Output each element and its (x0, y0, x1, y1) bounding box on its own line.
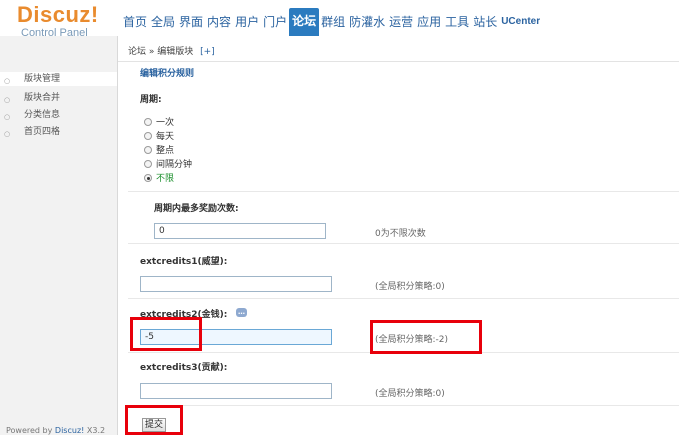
max-rewards-label: 周期内最多奖励次数: (154, 204, 239, 214)
nav-interface[interactable]: 界面 (177, 12, 205, 32)
extcredits1-hint: (全局积分策略:0) (375, 282, 445, 292)
extcredits3-label: extcredits3(贡献): (140, 363, 228, 373)
period-option-unlimited[interactable]: 不限 (144, 173, 174, 185)
bullet-icon: ○ (4, 96, 11, 104)
extcredits3-input[interactable] (140, 383, 332, 399)
radio-icon (144, 118, 152, 126)
sidebar-item-forum-merge[interactable]: ○ 版块合并 (0, 91, 117, 105)
section-title: 编辑积分规则 (140, 69, 195, 79)
period-label: 周期: (140, 95, 162, 105)
highlight-box-submit (125, 405, 183, 435)
radio-icon (144, 132, 152, 140)
divider (128, 405, 679, 406)
discuz-link[interactable]: Discuz! (55, 426, 84, 435)
nav-portal[interactable]: 门户 (261, 12, 289, 32)
nav-home[interactable]: 首页 (121, 12, 149, 32)
divider (128, 191, 679, 192)
nav-apps[interactable]: 应用 (415, 12, 443, 32)
powered-by: Powered by Discuz! X3.2 (6, 426, 106, 435)
sidebar-item-label: 版块合并 (24, 93, 61, 103)
nav-webmaster[interactable]: 站长 (471, 12, 499, 32)
nav-ucenter[interactable]: UCenter (499, 12, 542, 32)
period-option-hourly[interactable]: 整点 (144, 145, 174, 157)
radio-icon (144, 174, 152, 182)
nav-tools[interactable]: 工具 (443, 12, 471, 32)
highlight-box-hint (370, 320, 482, 354)
extcredits1-label: extcredits1(威望): (140, 257, 228, 267)
radio-icon (144, 146, 152, 154)
divider (128, 243, 679, 244)
nav-users[interactable]: 用户 (233, 12, 261, 32)
sidebar-item-forum-manage[interactable]: ○ 版块管理 (0, 72, 117, 86)
breadcrumb: 论坛 » 编辑版块 [+] (118, 36, 679, 62)
bullet-icon: ○ (4, 130, 11, 138)
sidebar: ○ 版块管理 ○ 版块合并 ○ 分类信息 ○ 首页四格 Powered by D… (0, 36, 118, 435)
highlight-box-value (130, 317, 202, 351)
top-nav: 首页 全局 界面 内容 用户 门户 论坛 群组 防灌水 运营 应用 工具 站长 … (121, 8, 542, 36)
sidebar-item-label: 分类信息 (24, 110, 61, 120)
bullet-icon: ○ (4, 77, 11, 85)
nav-groups[interactable]: 群组 (319, 12, 347, 32)
nav-global[interactable]: 全局 (149, 12, 177, 32)
divider (128, 298, 679, 299)
sidebar-item-label: 版块管理 (24, 74, 61, 84)
bullet-icon: ○ (4, 113, 11, 121)
extcredits3-hint: (全局积分策略:0) (375, 389, 445, 399)
breadcrumb-path: 论坛 » 编辑版块 (128, 47, 194, 57)
main-content: 论坛 » 编辑版块 [+] 编辑积分规则 周期: 一次 每天 整点 间隔分钟 不… (118, 36, 679, 435)
max-rewards-input[interactable] (154, 223, 326, 239)
max-rewards-hint: 0为不限次数 (375, 229, 426, 239)
discuz-logo[interactable]: Discuz! Control Panel (17, 2, 117, 40)
nav-antispam[interactable]: 防灌水 (347, 12, 387, 32)
header: Discuz! Control Panel 首页 全局 界面 内容 用户 门户 … (0, 0, 679, 40)
sidebar-item-label: 首页四格 (24, 127, 61, 137)
nav-content[interactable]: 内容 (205, 12, 233, 32)
extcredits1-input[interactable] (140, 276, 332, 292)
sidebar-item-category-info[interactable]: ○ 分类信息 (0, 108, 117, 122)
period-option-once[interactable]: 一次 (144, 117, 174, 129)
breadcrumb-expand-button[interactable]: [+] (200, 47, 215, 57)
nav-operations[interactable]: 运营 (387, 12, 415, 32)
radio-icon (144, 160, 152, 168)
period-option-daily[interactable]: 每天 (144, 131, 174, 143)
help-comment-icon[interactable]: … (236, 308, 247, 317)
period-option-interval[interactable]: 间隔分钟 (144, 159, 192, 171)
sidebar-item-home-grid[interactable]: ○ 首页四格 (0, 125, 117, 139)
logo-wordmark: Discuz! (17, 2, 99, 27)
nav-forum[interactable]: 论坛 (289, 8, 320, 36)
